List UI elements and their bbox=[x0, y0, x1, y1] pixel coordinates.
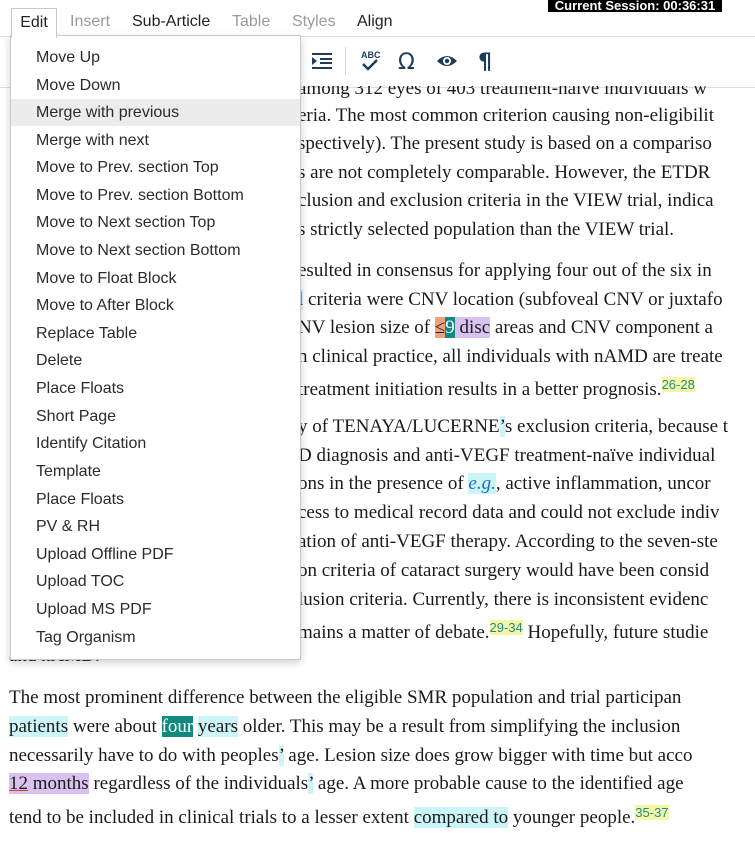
menu-edit[interactable]: Edit bbox=[11, 8, 57, 38]
text-run: older. This may be a result from simplif… bbox=[238, 716, 681, 737]
text-line: s are not completely comparable. However… bbox=[298, 162, 711, 183]
citation-ref[interactable]: 29-34 bbox=[489, 620, 523, 635]
text-line: cess to medical record data and could no… bbox=[298, 502, 720, 523]
menu-sub-article[interactable]: Sub-Article bbox=[132, 8, 210, 36]
text-run: NV lesion size of bbox=[298, 317, 435, 338]
text-line: spectively). The present study is based … bbox=[298, 133, 712, 154]
svg-text:ABC: ABC bbox=[361, 50, 381, 60]
indent-icon[interactable] bbox=[306, 45, 338, 77]
text-line: lusion criteria. Currently, there is inc… bbox=[298, 589, 709, 610]
text-line: mains a matter of debate.29-34 Hopefully… bbox=[298, 615, 708, 646]
text-run: younger people. bbox=[508, 807, 636, 828]
menu-option-upload-offline-pdf[interactable]: Upload Offline PDF bbox=[11, 541, 300, 568]
highlight-text[interactable]: ≤ bbox=[434, 317, 446, 338]
text-line: D diagnosis and anti-VEGF treatment-naïv… bbox=[298, 445, 716, 466]
menu-table[interactable]: Table bbox=[232, 8, 270, 36]
menu-option-upload-ms-pdf[interactable]: Upload MS PDF bbox=[11, 596, 300, 623]
text-run: criteria were CNV location (subfoveal CN… bbox=[303, 289, 723, 310]
menu-option-move-to-float-block[interactable]: Move to Float Block bbox=[11, 265, 300, 292]
menu-option-short-page[interactable]: Short Page bbox=[11, 403, 300, 430]
highlight-text[interactable]: disc bbox=[454, 317, 491, 338]
menu-option-merge-with-next[interactable]: Merge with next bbox=[11, 127, 300, 154]
menu-option-identify-citation[interactable]: Identify Citation bbox=[11, 430, 300, 457]
menu-option-upload-toc[interactable]: Upload TOC bbox=[11, 568, 300, 595]
text-line: ation of anti-VEGF therapy. According to… bbox=[298, 531, 718, 552]
highlight-text[interactable]: months bbox=[28, 773, 89, 794]
menu-option-move-down[interactable]: Move Down bbox=[11, 72, 300, 99]
text-line: y of TENAYA/LUCERNE’s exclusion criteria… bbox=[298, 414, 728, 440]
svg-text:¶: ¶ bbox=[478, 50, 492, 73]
text-line: esulted in consensus for applying four o… bbox=[298, 260, 712, 281]
text-run: y of TENAYA/LUCERNE bbox=[298, 416, 500, 437]
text-run: age. Lesion size does grow bigger with t… bbox=[283, 745, 693, 766]
highlight-text[interactable]: 12 bbox=[9, 773, 28, 794]
text-run: regardless of the individuals bbox=[88, 773, 309, 794]
menu-align[interactable]: Align bbox=[357, 8, 393, 36]
text-line: clusion and exclusion criteria in the VI… bbox=[298, 190, 714, 211]
menu-option-move-next-section-bottom[interactable]: Move to Next section Bottom bbox=[11, 237, 300, 264]
citation-ref[interactable]: 35-37 bbox=[635, 805, 669, 820]
highlight-text[interactable]: four bbox=[161, 716, 194, 737]
text-run: mains a matter of debate. bbox=[298, 622, 490, 643]
edit-dropdown-menu: Move Up Move Down Merge with previous Me… bbox=[10, 35, 301, 660]
text-run: necessarily have to do with peoples bbox=[9, 745, 279, 766]
text-line: 12 months regardless of the individuals’… bbox=[9, 771, 684, 797]
spellcheck-icon[interactable]: ABC bbox=[354, 45, 386, 77]
menu-option-delete[interactable]: Delete bbox=[11, 347, 300, 374]
text-line: patients were about four years older. Th… bbox=[9, 714, 680, 740]
highlight-text[interactable]: compared to bbox=[413, 807, 509, 828]
text-run: ons in the presence of bbox=[298, 473, 469, 494]
text-line: among 312 eyes of 403 treatment-naïve in… bbox=[298, 86, 707, 99]
omega-icon[interactable]: Ω bbox=[392, 45, 424, 77]
svg-text:Ω: Ω bbox=[398, 50, 415, 73]
text-run: , active inflammation, uncor bbox=[495, 473, 711, 494]
text-run: s exclusion criteria, because t bbox=[504, 416, 729, 437]
citation-ref[interactable]: 26-28 bbox=[661, 377, 695, 392]
highlight-text[interactable]: years bbox=[197, 716, 238, 737]
text-line: necessarily have to do with peoples’ age… bbox=[9, 743, 692, 769]
text-line: treatment initiation results in a better… bbox=[298, 372, 695, 403]
text-run: were about bbox=[68, 716, 162, 737]
menu-option-place-floats[interactable]: Place Floats bbox=[11, 375, 300, 402]
menu-option-replace-table[interactable]: Replace Table bbox=[11, 320, 300, 347]
text-line: n clinical practice, all individuals wit… bbox=[298, 346, 723, 367]
pilcrow-icon[interactable]: ¶ bbox=[470, 45, 502, 77]
text-run: treatment initiation results in a better… bbox=[298, 379, 662, 400]
text-line: NV lesion size of ≤9 disc areas and CNV … bbox=[298, 315, 713, 341]
text-run: areas and CNV component a bbox=[490, 317, 713, 338]
menu-option-tag-organism[interactable]: Tag Organism bbox=[11, 624, 300, 651]
eye-icon[interactable] bbox=[431, 45, 463, 77]
menu-option-move-prev-section-bottom[interactable]: Move to Prev. section Bottom bbox=[11, 182, 300, 209]
menu-option-template[interactable]: Template bbox=[11, 458, 300, 485]
text-run: age. A more probable cause to the identi… bbox=[313, 773, 684, 794]
menu-option-pv-rh[interactable]: PV & RH bbox=[11, 513, 300, 540]
text-run: tend to be included in clinical trials t… bbox=[9, 807, 414, 828]
highlight-text[interactable]: e.g. bbox=[468, 473, 496, 494]
menu-styles[interactable]: Styles bbox=[292, 8, 336, 36]
text-run: Hopefully, future studie bbox=[522, 622, 709, 643]
text-line: eria. The most common criterion causing … bbox=[298, 105, 714, 126]
text-line: l criteria were CNV location (subfoveal … bbox=[298, 287, 723, 313]
menubar: Edit Insert Sub-Article Table Styles Ali… bbox=[0, 8, 755, 38]
menu-option-move-up[interactable]: Move Up bbox=[11, 44, 300, 71]
toolbar-divider bbox=[345, 47, 346, 75]
menu-option-place-floats-2[interactable]: Place Floats bbox=[11, 486, 300, 513]
text-line: on criteria of cataract surgery would ha… bbox=[298, 560, 710, 581]
menu-option-move-next-section-top[interactable]: Move to Next section Top bbox=[11, 209, 300, 236]
text-line: s strictly selected population than the … bbox=[298, 219, 675, 240]
highlight-text[interactable]: patients bbox=[9, 716, 69, 737]
text-line: ons in the presence of e.g., active infl… bbox=[298, 471, 711, 497]
highlight-text[interactable]: 9 bbox=[445, 317, 455, 338]
menu-option-move-prev-section-top[interactable]: Move to Prev. section Top bbox=[11, 154, 300, 181]
text-line: tend to be included in clinical trials t… bbox=[9, 800, 669, 831]
menu-option-merge-with-previous[interactable]: Merge with previous bbox=[11, 99, 300, 126]
menu-insert[interactable]: Insert bbox=[70, 8, 110, 36]
text-line: The most prominent difference between th… bbox=[9, 687, 682, 708]
menu-option-move-to-after-block[interactable]: Move to After Block bbox=[11, 292, 300, 319]
